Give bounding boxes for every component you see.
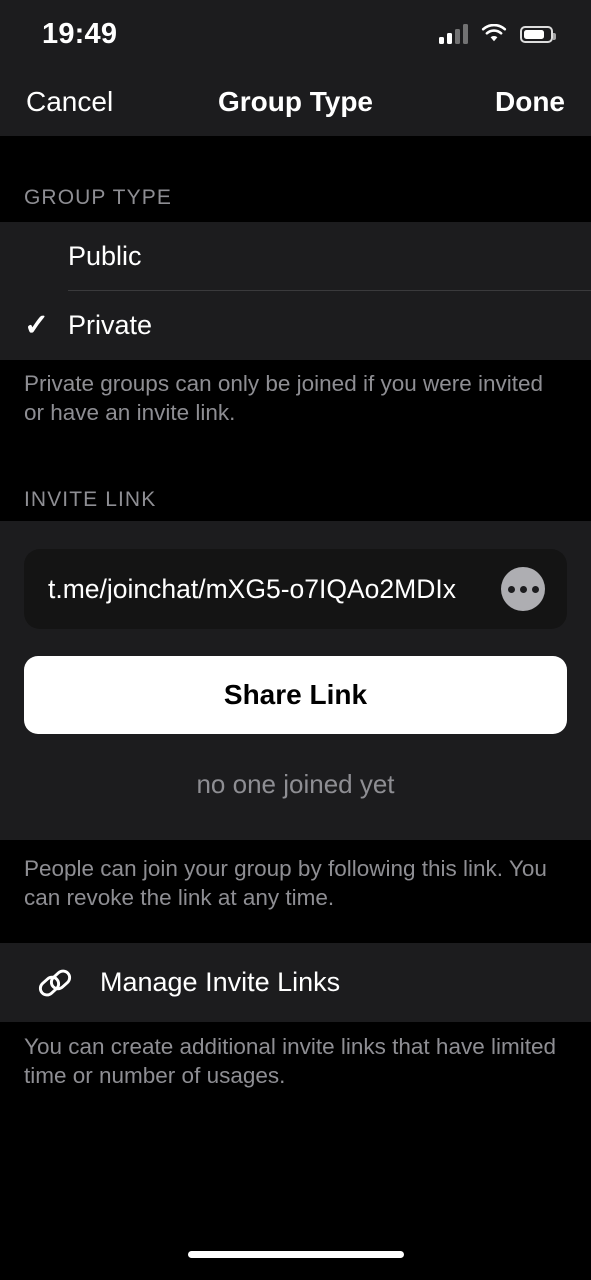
manage-invite-links-footer-note: You can create additional invite links t… bbox=[24, 1034, 556, 1088]
invite-link-footer-note: People can join your group by following … bbox=[24, 856, 547, 910]
group-type-screen: 19:49 Cancel Group Type Done GROUP TYPE bbox=[0, 0, 591, 1280]
battery-icon bbox=[520, 25, 556, 43]
share-link-button[interactable]: Share Link bbox=[24, 656, 567, 734]
invite-link-panel: t.me/joinchat/mXG5-o7IQAo2MDIx Share Lin… bbox=[0, 521, 591, 840]
ellipsis-icon[interactable] bbox=[501, 567, 545, 611]
group-type-options-list: ✓ Public ✓ Private bbox=[0, 222, 591, 360]
joined-status-text: no one joined yet bbox=[196, 769, 395, 799]
status-bar-clock: 19:49 bbox=[42, 17, 118, 50]
link-chain-icon bbox=[32, 962, 78, 1004]
manage-invite-links-label: Manage Invite Links bbox=[100, 967, 341, 997]
page-title: Group Type bbox=[217, 86, 374, 117]
home-indicator[interactable] bbox=[187, 1251, 404, 1258]
group-type-section-header: GROUP TYPE bbox=[24, 186, 172, 209]
status-bar: 19:49 bbox=[0, 0, 591, 68]
cellular-signal-icon bbox=[439, 24, 468, 44]
group-type-footer-note: Private groups can only be joined if you… bbox=[24, 371, 544, 425]
manage-invite-links-row[interactable]: Manage Invite Links bbox=[0, 943, 591, 1022]
group-type-option-private-label: Private bbox=[68, 310, 153, 340]
navigation-bar: Cancel Group Type Done bbox=[0, 68, 591, 136]
invite-link-value: t.me/joinchat/mXG5-o7IQAo2MDIx bbox=[48, 573, 456, 604]
invite-link-section-header: INVITE LINK bbox=[24, 488, 157, 511]
group-type-option-public[interactable]: ✓ Public bbox=[0, 222, 591, 291]
checkmark-icon-private: ✓ bbox=[24, 308, 50, 342]
status-bar-icons bbox=[439, 23, 556, 44]
group-type-option-private[interactable]: ✓ Private bbox=[0, 291, 591, 360]
wifi-icon bbox=[481, 23, 507, 44]
invite-link-field[interactable]: t.me/joinchat/mXG5-o7IQAo2MDIx bbox=[24, 549, 567, 629]
group-type-option-public-label: Public bbox=[68, 241, 142, 271]
